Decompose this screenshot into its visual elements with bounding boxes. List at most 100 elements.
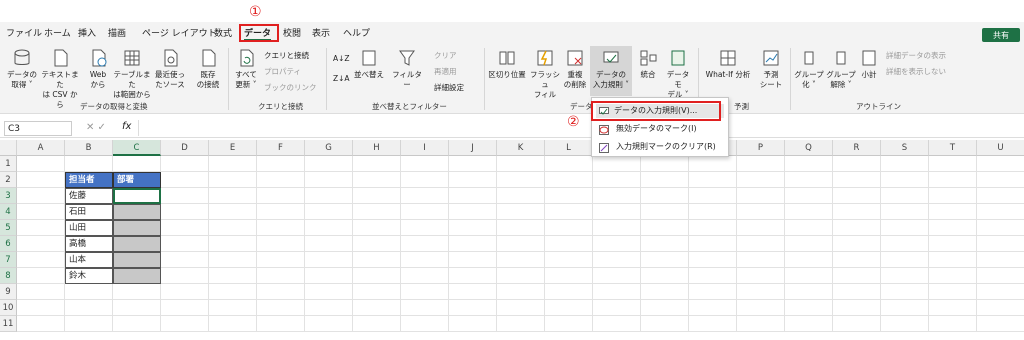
cell-K1[interactable]	[497, 156, 545, 172]
what-if-button[interactable]: What-If 分析	[702, 48, 754, 80]
cell-T9[interactable]	[929, 284, 977, 300]
column-header-K[interactable]: K	[497, 140, 545, 156]
cell-F11[interactable]	[257, 316, 305, 332]
cell-R9[interactable]	[833, 284, 881, 300]
cell-U7[interactable]	[977, 252, 1024, 268]
cell-Q6[interactable]	[785, 236, 833, 252]
cell-L4[interactable]	[545, 204, 593, 220]
cell-T8[interactable]	[929, 268, 977, 284]
cell-U5[interactable]	[977, 220, 1024, 236]
cell-R5[interactable]	[833, 220, 881, 236]
cell-D7[interactable]	[161, 252, 209, 268]
cell-D4[interactable]	[161, 204, 209, 220]
cell-M8[interactable]	[593, 268, 641, 284]
cell-D2[interactable]	[161, 172, 209, 188]
row-header-7[interactable]: 7	[0, 252, 17, 268]
cell-B2[interactable]: 担当者	[65, 172, 113, 188]
cell-P11[interactable]	[737, 316, 785, 332]
cell-O2[interactable]	[689, 172, 737, 188]
sort-button[interactable]: 並べ替え	[352, 48, 386, 80]
cell-R8[interactable]	[833, 268, 881, 284]
cell-B1[interactable]	[65, 156, 113, 172]
cell-I4[interactable]	[401, 204, 449, 220]
cell-H4[interactable]	[353, 204, 401, 220]
cell-O8[interactable]	[689, 268, 737, 284]
cell-T1[interactable]	[929, 156, 977, 172]
cell-D9[interactable]	[161, 284, 209, 300]
cell-M2[interactable]	[593, 172, 641, 188]
cell-K6[interactable]	[497, 236, 545, 252]
cell-L10[interactable]	[545, 300, 593, 316]
column-header-E[interactable]: E	[209, 140, 257, 156]
cell-A4[interactable]	[17, 204, 65, 220]
cell-G7[interactable]	[305, 252, 353, 268]
column-header-H[interactable]: H	[353, 140, 401, 156]
cell-L5[interactable]	[545, 220, 593, 236]
properties-button[interactable]: プロパティ	[264, 66, 301, 77]
cell-U1[interactable]	[977, 156, 1024, 172]
existing-connections-button[interactable]: 既存 の接続	[194, 48, 222, 90]
cell-N10[interactable]	[641, 300, 689, 316]
cell-O3[interactable]	[689, 188, 737, 204]
cell-J9[interactable]	[449, 284, 497, 300]
cell-C4[interactable]	[113, 204, 161, 220]
forecast-sheet-button[interactable]: 予測 シート	[756, 48, 786, 90]
cell-Q7[interactable]	[785, 252, 833, 268]
cell-B4[interactable]: 石田	[65, 204, 113, 220]
filter-button[interactable]: フィルター	[390, 48, 424, 90]
menu-formulas[interactable]: 数式	[214, 26, 232, 39]
cell-B6[interactable]: 高橋	[65, 236, 113, 252]
group-button[interactable]: グループ化 ˅	[794, 48, 824, 90]
cell-C7[interactable]	[113, 252, 161, 268]
menu-draw[interactable]: 描画	[108, 26, 126, 39]
cell-C3[interactable]	[113, 188, 161, 204]
cell-H10[interactable]	[353, 300, 401, 316]
cell-J11[interactable]	[449, 316, 497, 332]
spreadsheet-grid[interactable]: ABCDEFGHIJKLMNOPQRSTU 1234567891011 担当者部…	[0, 140, 1024, 340]
cell-B7[interactable]: 山本	[65, 252, 113, 268]
cell-I8[interactable]	[401, 268, 449, 284]
cell-K11[interactable]	[497, 316, 545, 332]
menu-clear-circles[interactable]: 入力規則マークのクリア(R)	[598, 140, 716, 154]
menu-circle-invalid[interactable]: 無効データのマーク(I)	[598, 122, 697, 136]
cell-B5[interactable]: 山田	[65, 220, 113, 236]
menu-home[interactable]: ホーム	[44, 26, 71, 39]
cell-M1[interactable]	[593, 156, 641, 172]
cell-U2[interactable]	[977, 172, 1024, 188]
cell-G9[interactable]	[305, 284, 353, 300]
cell-L8[interactable]	[545, 268, 593, 284]
column-header-G[interactable]: G	[305, 140, 353, 156]
cell-R3[interactable]	[833, 188, 881, 204]
cell-L6[interactable]	[545, 236, 593, 252]
column-header-I[interactable]: I	[401, 140, 449, 156]
cell-D6[interactable]	[161, 236, 209, 252]
cell-Q11[interactable]	[785, 316, 833, 332]
menu-view[interactable]: 表示	[312, 26, 330, 39]
cell-T3[interactable]	[929, 188, 977, 204]
cell-S7[interactable]	[881, 252, 929, 268]
row-header-2[interactable]: 2	[0, 172, 17, 188]
cell-R2[interactable]	[833, 172, 881, 188]
cell-T11[interactable]	[929, 316, 977, 332]
column-header-J[interactable]: J	[449, 140, 497, 156]
cell-D3[interactable]	[161, 188, 209, 204]
cell-I11[interactable]	[401, 316, 449, 332]
cell-S1[interactable]	[881, 156, 929, 172]
cell-H2[interactable]	[353, 172, 401, 188]
cell-O11[interactable]	[689, 316, 737, 332]
cell-M7[interactable]	[593, 252, 641, 268]
cell-T6[interactable]	[929, 236, 977, 252]
row-header-8[interactable]: 8	[0, 268, 17, 284]
cell-A3[interactable]	[17, 188, 65, 204]
cell-L7[interactable]	[545, 252, 593, 268]
cell-J4[interactable]	[449, 204, 497, 220]
cell-H8[interactable]	[353, 268, 401, 284]
web-button[interactable]: Web から	[86, 48, 110, 90]
cell-Q8[interactable]	[785, 268, 833, 284]
column-header-B[interactable]: B	[65, 140, 113, 156]
cell-I1[interactable]	[401, 156, 449, 172]
cell-R6[interactable]	[833, 236, 881, 252]
cell-J10[interactable]	[449, 300, 497, 316]
cell-P6[interactable]	[737, 236, 785, 252]
cell-I3[interactable]	[401, 188, 449, 204]
